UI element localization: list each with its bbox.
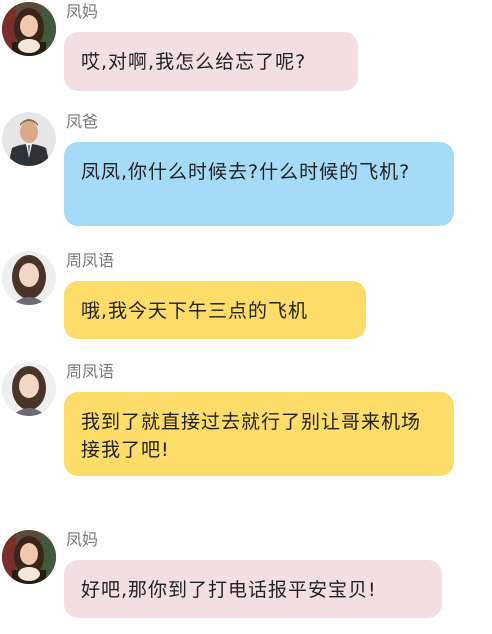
- message-bubble[interactable]: 凤凤,你什么时候去?什么时候的飞机?: [64, 142, 454, 226]
- message-bubble[interactable]: 我到了就直接过去就行了别让哥来机场接我了吧!: [64, 392, 454, 476]
- sender-name: 凤妈: [66, 530, 99, 549]
- dad-avatar[interactable]: [2, 112, 56, 166]
- girl-avatar[interactable]: [2, 251, 56, 305]
- girl-avatar[interactable]: [2, 362, 56, 416]
- sender-name: 周凤语: [66, 251, 115, 270]
- sender-name: 凤爸: [66, 112, 99, 131]
- sender-name: 周凤语: [66, 362, 115, 381]
- message-bubble[interactable]: 哦,我今天下午三点的飞机: [64, 281, 366, 339]
- message-bubble[interactable]: 好吧,那你到了打电话报平安宝贝!: [64, 560, 442, 618]
- sender-name: 凤妈: [66, 2, 99, 21]
- mom-avatar[interactable]: [2, 2, 56, 56]
- mom-avatar[interactable]: [2, 530, 56, 584]
- message-bubble[interactable]: 哎,对啊,我怎么给忘了呢?: [64, 32, 358, 91]
